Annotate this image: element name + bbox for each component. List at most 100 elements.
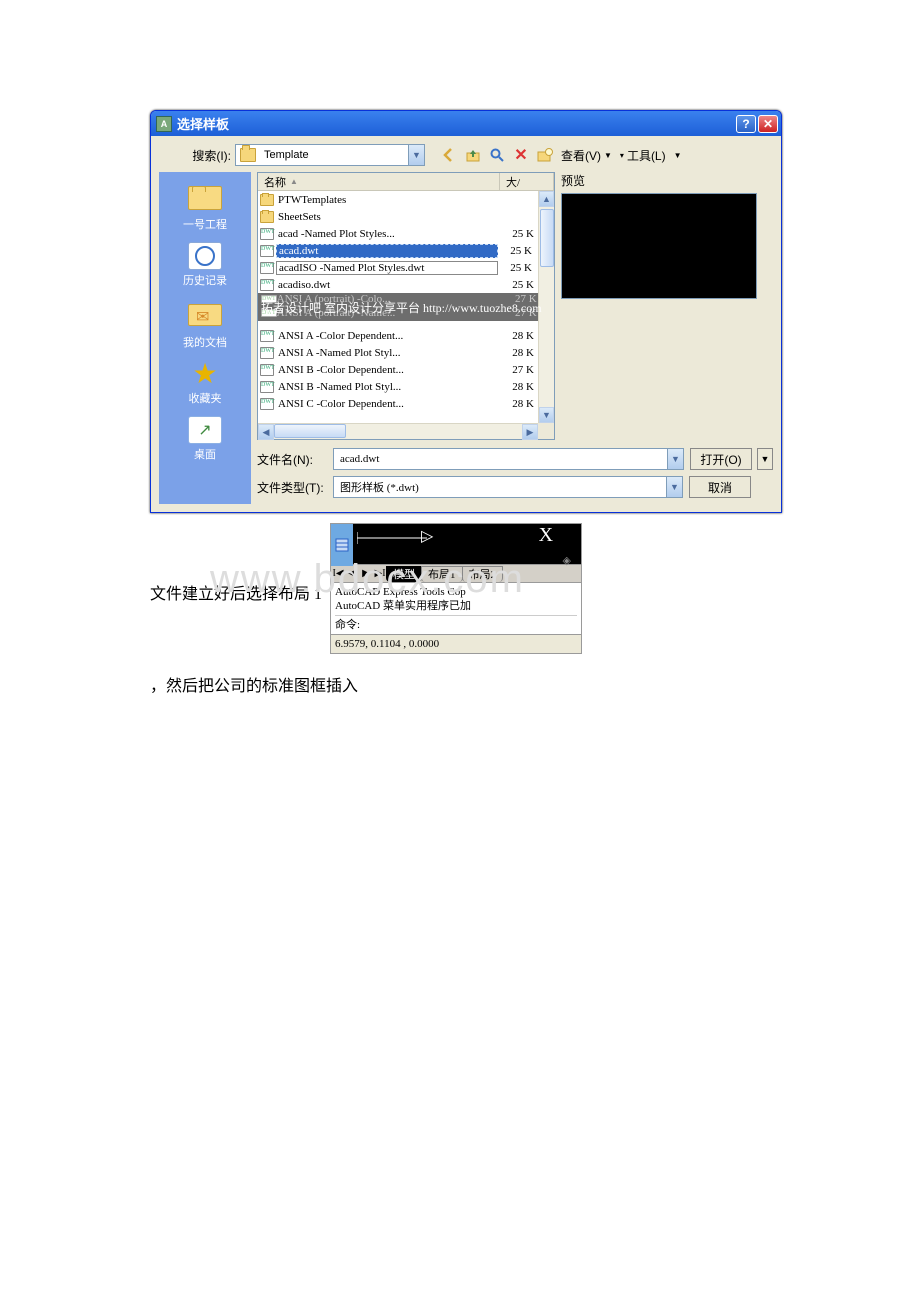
tools-menu-dd[interactable]: ▼ bbox=[672, 151, 684, 160]
desktop-icon: ↗ bbox=[188, 416, 222, 444]
new-folder-icon[interactable] bbox=[535, 145, 555, 165]
status-coordinates: 6.9579, 0.1104 , 0.0000 bbox=[330, 635, 582, 654]
file-row[interactable]: DWTANSI A -Named Plot Styl...28 K bbox=[258, 344, 554, 361]
preview-content bbox=[561, 193, 757, 299]
preview-label: 预览 bbox=[561, 172, 773, 189]
layout-tab-bar: I◀ ◀ ▶ ▶I 模型 布局1 布局2 bbox=[330, 565, 582, 583]
tab-layout1[interactable]: 布局1 bbox=[421, 566, 463, 582]
model-space-edge: ▷ X ◈ bbox=[330, 523, 582, 565]
dwt-file-icon: DWT bbox=[260, 364, 274, 376]
dwt-file-icon: DWT bbox=[260, 279, 274, 291]
dwt-file-icon: DWT bbox=[260, 262, 274, 274]
watermark-band: DWTANSI A (portrait) -Colo...27 KDWTANSI… bbox=[258, 293, 554, 321]
file-row[interactable]: DWTacadiso.dwt25 K bbox=[258, 276, 554, 293]
file-name: ANSI A -Named Plot Styl... bbox=[278, 347, 500, 359]
help-button[interactable]: ? bbox=[736, 115, 756, 133]
open-dropdown[interactable]: ▼ bbox=[757, 448, 773, 470]
places-project1[interactable]: 一号工程 bbox=[159, 178, 251, 238]
tab-first-icon[interactable]: I◀ bbox=[331, 567, 345, 581]
file-row[interactable]: DWTacadISO -Named Plot Styles.dwt25 K bbox=[258, 259, 554, 276]
places-desktop[interactable]: ↗ 桌面 bbox=[159, 412, 251, 468]
view-menu[interactable]: 查看(V)▼ bbox=[559, 147, 614, 164]
filename-value: acad.dwt bbox=[334, 453, 667, 465]
places-favorites[interactable]: ★ 收藏夹 bbox=[159, 356, 251, 412]
places-label: 历史记录 bbox=[159, 272, 251, 288]
view-menu-label: 查看(V) bbox=[561, 147, 601, 164]
horizontal-scrollbar[interactable]: ◀ ▶ bbox=[258, 423, 538, 439]
file-list-header[interactable]: 名称 ▲ 大/ bbox=[258, 173, 554, 191]
documents-icon bbox=[188, 304, 222, 326]
places-label: 我的文档 bbox=[159, 334, 251, 350]
select-template-dialog: A 选择样板 ? ✕ 搜索(I): Template ▼ ✕ bbox=[150, 110, 782, 513]
chevron-down-icon[interactable]: ▼ bbox=[408, 145, 424, 165]
dwt-file-icon: DWT bbox=[260, 245, 274, 257]
cmd-line: AutoCAD Express Tools Cop bbox=[335, 585, 577, 599]
properties-icon[interactable] bbox=[331, 524, 353, 566]
places-label: 一号工程 bbox=[159, 216, 251, 232]
scroll-up-icon[interactable]: ▲ bbox=[539, 191, 554, 207]
file-name: ANSI B -Color Dependent... bbox=[278, 364, 500, 376]
tab-next-icon[interactable]: ▶ bbox=[359, 567, 373, 581]
cancel-button[interactable]: 取消 bbox=[689, 476, 751, 498]
search-icon[interactable] bbox=[487, 145, 507, 165]
scroll-thumb[interactable] bbox=[274, 424, 346, 438]
look-in-combo[interactable]: Template ▼ bbox=[235, 144, 425, 166]
dwt-file-icon: DWT bbox=[260, 347, 274, 359]
file-size: 28 K bbox=[500, 330, 538, 342]
tab-model[interactable]: 模型 bbox=[386, 566, 422, 582]
filetype-input[interactable]: 图形样板 (*.dwt) ▼ bbox=[333, 476, 683, 498]
file-name: ANSI B -Named Plot Styl... bbox=[278, 381, 500, 393]
autocad-tabs-panel: ▷ X ◈ I◀ ◀ ▶ ▶I 模型 布局1 布局2 AutoCAD Expre… bbox=[330, 523, 582, 654]
up-folder-icon[interactable] bbox=[463, 145, 483, 165]
scroll-down-icon[interactable]: ▼ bbox=[539, 407, 554, 423]
ucs-dot-icon: ◈ bbox=[563, 554, 571, 567]
col-size: 大/ bbox=[506, 174, 520, 190]
file-row[interactable]: DWTacad.dwt25 K bbox=[258, 242, 554, 259]
scroll-left-icon[interactable]: ◀ bbox=[258, 424, 274, 440]
tab-prev-icon[interactable]: ◀ bbox=[345, 567, 359, 581]
tools-menu[interactable]: ▾工具(L) bbox=[618, 147, 668, 164]
folder-icon bbox=[260, 211, 274, 223]
dwt-file-icon: DWT bbox=[260, 398, 274, 410]
col-name: 名称 bbox=[264, 174, 286, 190]
tab-last-icon[interactable]: ▶I bbox=[373, 567, 387, 581]
file-row[interactable]: DWT ANSI B -Named Plot Styl...28 K bbox=[258, 378, 554, 395]
chevron-down-icon[interactable]: ▼ bbox=[666, 477, 682, 497]
look-in-value: Template bbox=[260, 149, 408, 161]
dwt-file-icon: DWT bbox=[260, 330, 274, 342]
sort-asc-icon: ▲ bbox=[290, 177, 298, 186]
file-size: 27 K bbox=[500, 364, 538, 376]
places-mydocs[interactable]: 我的文档 bbox=[159, 294, 251, 356]
places-history[interactable]: 历史记录 bbox=[159, 238, 251, 294]
file-row[interactable]: DWTANSI C -Color Dependent...28 K bbox=[258, 395, 554, 412]
file-size: 28 K bbox=[500, 381, 538, 393]
dwt-file-icon: DWT bbox=[260, 381, 274, 393]
file-row[interactable]: DWTANSI A -Color Dependent...28 K bbox=[258, 327, 554, 344]
filename-input[interactable]: acad.dwt ▼ bbox=[333, 448, 684, 470]
file-row[interactable]: SheetSets bbox=[258, 208, 554, 225]
x-glyph: X bbox=[539, 524, 553, 547]
close-button[interactable]: ✕ bbox=[758, 115, 778, 133]
folder-icon bbox=[260, 194, 274, 206]
command-prompt[interactable]: 命令: bbox=[335, 615, 577, 632]
search-label: 搜索(I): bbox=[169, 147, 231, 164]
file-row[interactable]: PTWTemplates bbox=[258, 191, 554, 208]
folder-icon bbox=[240, 148, 256, 162]
file-name: PTWTemplates bbox=[278, 194, 500, 206]
file-row[interactable]: DWTacad -Named Plot Styles...25 K bbox=[258, 225, 554, 242]
file-name: acadISO -Named Plot Styles.dwt bbox=[276, 261, 498, 275]
dwt-file-icon: DWT bbox=[260, 228, 274, 240]
back-icon[interactable] bbox=[439, 145, 459, 165]
file-size: 25 K bbox=[498, 262, 536, 274]
tab-layout2[interactable]: 布局2 bbox=[462, 566, 504, 582]
scroll-right-icon[interactable]: ▶ bbox=[522, 424, 538, 440]
scroll-thumb[interactable] bbox=[540, 209, 554, 267]
file-list[interactable]: 名称 ▲ 大/ PTWTemplates SheetSetsDWTacad -Nam… bbox=[257, 172, 555, 440]
chevron-down-icon[interactable]: ▼ bbox=[667, 449, 683, 469]
cmd-line: AutoCAD 菜单实用程序已加 bbox=[335, 599, 577, 613]
titlebar[interactable]: A 选择样板 ? ✕ bbox=[151, 111, 781, 136]
file-row[interactable]: DWT ANSI B -Color Dependent...27 K bbox=[258, 361, 554, 378]
file-size: 25 K bbox=[498, 245, 536, 257]
open-button[interactable]: 打开(O) bbox=[690, 448, 752, 470]
delete-icon[interactable]: ✕ bbox=[511, 145, 531, 165]
